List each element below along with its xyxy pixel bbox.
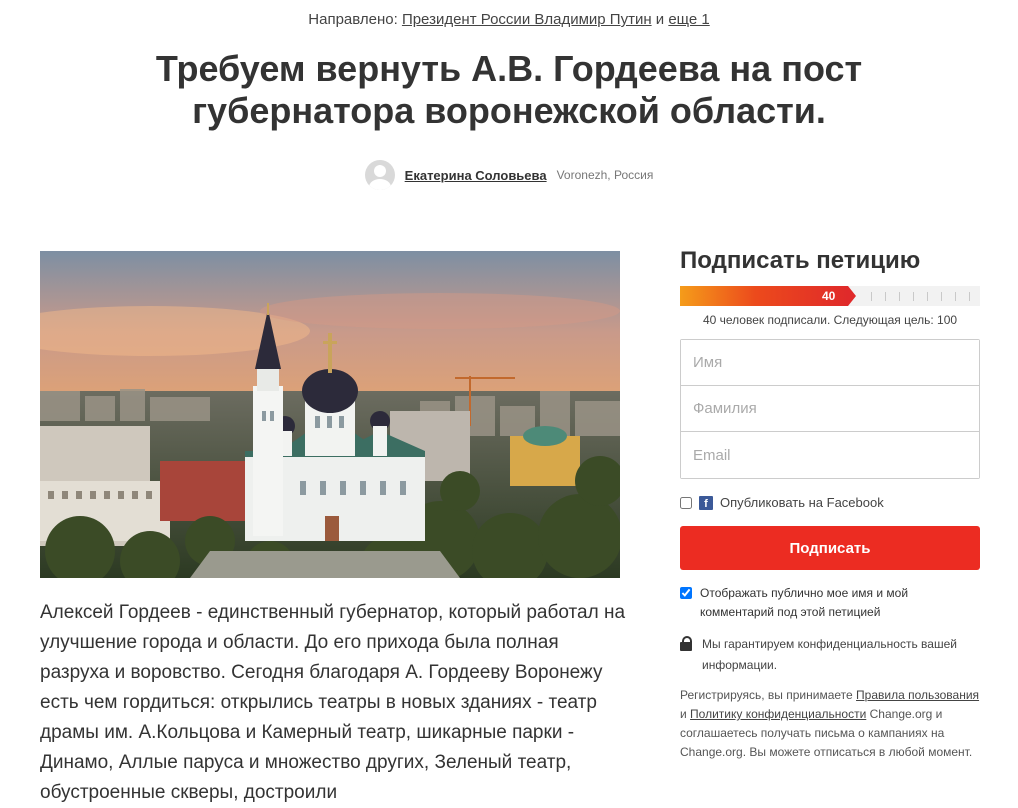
sign-panel: Подписать петицию 40 40 человек подписал… [680,247,980,762]
privacy-notice: Мы гарантируем конфиденциальность вашей … [680,634,980,676]
progress-caption: 40 человек подписали. Следующая цель: 10… [702,313,958,327]
petition-recipients: Направлено: Президент России Владимир Пу… [0,11,1018,28]
first-name-input[interactable] [681,340,979,386]
signature-progress-bar: 40 [680,286,980,306]
last-name-input[interactable] [681,386,979,432]
sign-petition-button[interactable]: Подписать [680,526,980,570]
lock-icon [680,634,694,655]
facebook-checkbox[interactable] [680,496,692,509]
author-location: Voronezh, Россия [556,168,654,182]
legal-and: и [680,707,687,721]
petition-title: Требуем вернуть А.В. Гордеева на пост гу… [155,48,863,131]
email-input[interactable] [681,432,979,478]
legal-prefix: Регистрируясь, вы принимаете [680,688,853,702]
privacy-policy-link[interactable]: Политику конфиденциальности [690,707,866,721]
petition-image [40,251,620,578]
directed-prefix: Направлено: [308,11,398,28]
display-publicly-option[interactable]: Отображать публично мое имя и мой коммен… [680,584,980,622]
author-info: Екатерина Соловьева Voronezh, Россия [0,160,1018,190]
terms-link[interactable]: Правила пользования [856,688,979,702]
more-recipients-link[interactable]: еще 1 [668,11,709,28]
facebook-publish-option[interactable]: f Опубликовать на Facebook [680,495,980,510]
privacy-text: Мы гарантируем конфиденциальность вашей … [702,637,957,672]
display-publicly-checkbox[interactable] [680,587,692,599]
facebook-label: Опубликовать на Facebook [720,495,884,510]
signature-form-fields [680,339,980,479]
user-avatar-icon [364,160,395,190]
petition-description: Алексей Гордеев - единственный губернато… [40,602,626,803]
author-name-link[interactable]: Екатерина Соловьева [405,168,547,183]
legal-notice: Регистрируясь, вы принимаете Правила пол… [680,686,980,762]
progress-ticks [858,286,978,306]
display-publicly-label: Отображать публично мое имя и мой коммен… [700,586,909,619]
facebook-icon: f [699,495,713,510]
directed-and: и [655,11,665,28]
sign-panel-title: Подписать петицию [680,247,921,274]
recipient-link[interactable]: Президент России Владимир Путин [402,11,652,28]
progress-count: 40 [822,289,836,303]
